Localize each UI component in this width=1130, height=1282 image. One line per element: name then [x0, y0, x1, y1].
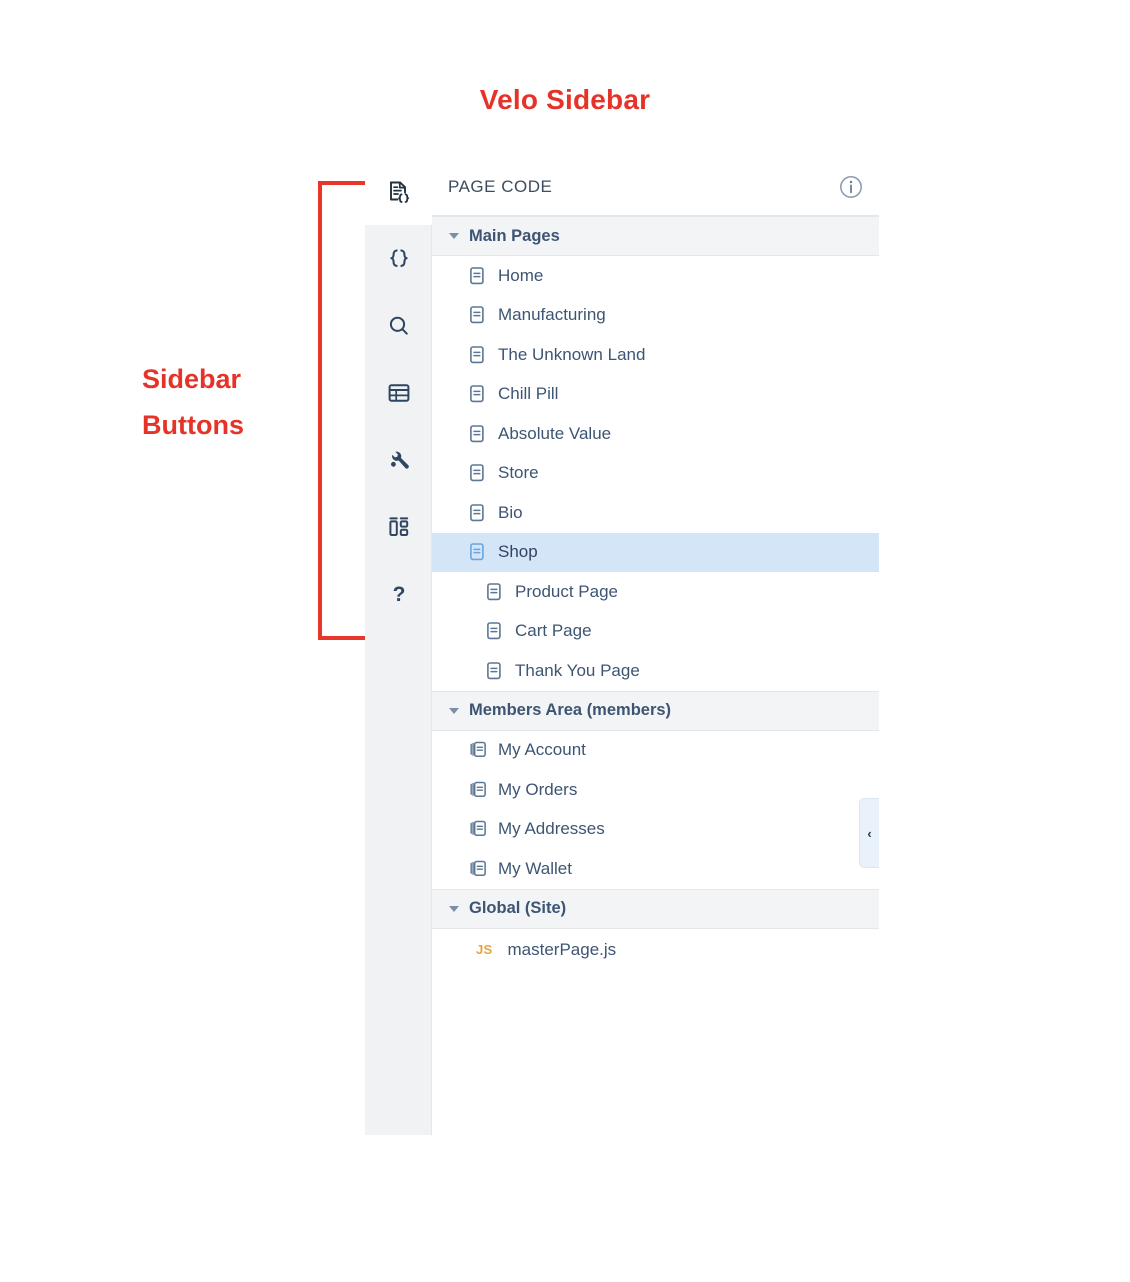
tree-item-label: My Addresses [498, 819, 605, 839]
screenshot-root: Velo Sidebar Sidebar Buttons ? PAGE CODE… [0, 0, 1130, 1282]
tools-icon [386, 447, 412, 473]
page-title: PAGE CODE [448, 176, 553, 196]
tree-item-label: Product Page [515, 581, 619, 601]
search-icon [386, 313, 412, 339]
section-header-members-area[interactable]: Members Area (members) [432, 690, 879, 731]
tree-item-label: Cart Page [515, 621, 592, 641]
page-code-tree-panel: PAGE CODE Main Pages Home Manufacturing … [432, 158, 879, 1135]
page-icon [469, 503, 487, 522]
page-icon [469, 345, 487, 364]
tree-item-label: Home [498, 265, 544, 285]
tree-item-absolute-value[interactable]: Absolute Value [432, 414, 879, 454]
chevron-down-icon [449, 707, 459, 714]
sidebar-item-page-code[interactable] [365, 158, 432, 225]
tree-item-label: My Wallet [498, 858, 572, 878]
section-label: Main Pages [469, 226, 560, 245]
page-icon [469, 266, 487, 285]
chevron-down-icon [449, 905, 459, 912]
page-icon [486, 661, 504, 680]
tree-item-label: Shop [498, 542, 538, 562]
collapse-panel-handle[interactable]: ‹ [859, 798, 879, 868]
help-icon: ? [386, 581, 412, 607]
section-header-main-pages[interactable]: Main Pages [432, 216, 879, 256]
packages-icon [386, 514, 412, 540]
chevron-left-icon: ‹ [867, 825, 872, 841]
tree-item-masterpage-js[interactable]: JS masterPage.js [432, 929, 879, 971]
section-label: Global (Site) [469, 899, 567, 917]
tree-item-label: Store [498, 463, 539, 483]
tree-item-product-page[interactable]: Product Page [432, 572, 879, 612]
tree-item-my-account[interactable]: My Account [432, 730, 879, 770]
pages-stack-icon [469, 781, 487, 799]
tree-item-shop[interactable]: Shop [432, 532, 879, 572]
svg-text:?: ? [392, 583, 405, 606]
velo-sidebar-panel: ? PAGE CODE Main Pages Home Manufacturin… [365, 158, 879, 1135]
tree-item-chill-pill[interactable]: Chill Pill [432, 374, 879, 414]
tree-item-label: Manufacturing [498, 305, 606, 325]
tree-item-store[interactable]: Store [432, 453, 879, 493]
sidebar-item-packages[interactable] [365, 493, 432, 560]
tree-item-label: My Account [498, 740, 586, 760]
page-icon [469, 306, 487, 324]
tree-item-cart-page[interactable]: Cart Page [432, 611, 879, 651]
pages-stack-icon [469, 741, 487, 759]
tree-item-label: The Unknown Land [498, 344, 646, 364]
info-icon[interactable] [839, 175, 863, 199]
sidebar-item-tools[interactable] [365, 426, 432, 493]
tree-item-the-unknown-land[interactable]: The Unknown Land [432, 335, 879, 375]
pages-stack-icon [469, 860, 487, 878]
tree-item-label: My Orders [498, 779, 578, 799]
annotation-sidebar-buttons: Sidebar Buttons [142, 356, 312, 448]
sidebar-item-database[interactable] [365, 359, 432, 426]
tree-item-bio[interactable]: Bio [432, 493, 879, 533]
tree-item-label: Absolute Value [498, 423, 612, 443]
annotation-title: Velo Sidebar [479, 84, 651, 115]
tree-item-label: masterPage.js [507, 939, 617, 959]
js-file-icon: JS [476, 942, 493, 957]
tree-item-manufacturing[interactable]: Manufacturing [432, 295, 879, 335]
panel-header: PAGE CODE [432, 158, 879, 216]
tree-item-label: Chill Pill [498, 384, 559, 404]
chevron-down-icon [449, 233, 459, 239]
sidebar-buttons-rail: ? [365, 158, 432, 1135]
page-icon [486, 622, 504, 640]
tree-item-thank-you-page[interactable]: Thank You Page [432, 651, 879, 691]
section-header-global-site[interactable]: Global (Site) [432, 888, 879, 929]
sidebar-item-search[interactable] [365, 292, 432, 359]
database-icon [386, 380, 412, 406]
page-icon [469, 543, 487, 561]
pages-stack-icon [469, 820, 487, 838]
sidebar-item-site-code[interactable] [365, 225, 432, 292]
tree-item-my-addresses[interactable]: My Addresses [432, 809, 879, 849]
sidebar-item-help[interactable]: ? [365, 560, 432, 627]
section-label: Members Area (members) [469, 701, 672, 719]
tree-item-my-orders[interactable]: My Orders [432, 770, 879, 810]
annotation-sidebar-buttons-line2: Buttons [142, 410, 244, 440]
tree-item-label: Bio [498, 502, 523, 522]
page-icon [486, 582, 504, 601]
site-code-icon [386, 246, 412, 272]
tree-item-home[interactable]: Home [432, 256, 879, 296]
annotation-sidebar-buttons-line1: Sidebar [142, 364, 242, 394]
page-icon [469, 464, 487, 482]
page-icon [469, 385, 487, 403]
tree-item-my-wallet[interactable]: My Wallet [432, 849, 879, 889]
tree-item-label: Thank You Page [515, 660, 640, 680]
page-code-icon [386, 179, 412, 205]
page-icon [469, 424, 487, 443]
